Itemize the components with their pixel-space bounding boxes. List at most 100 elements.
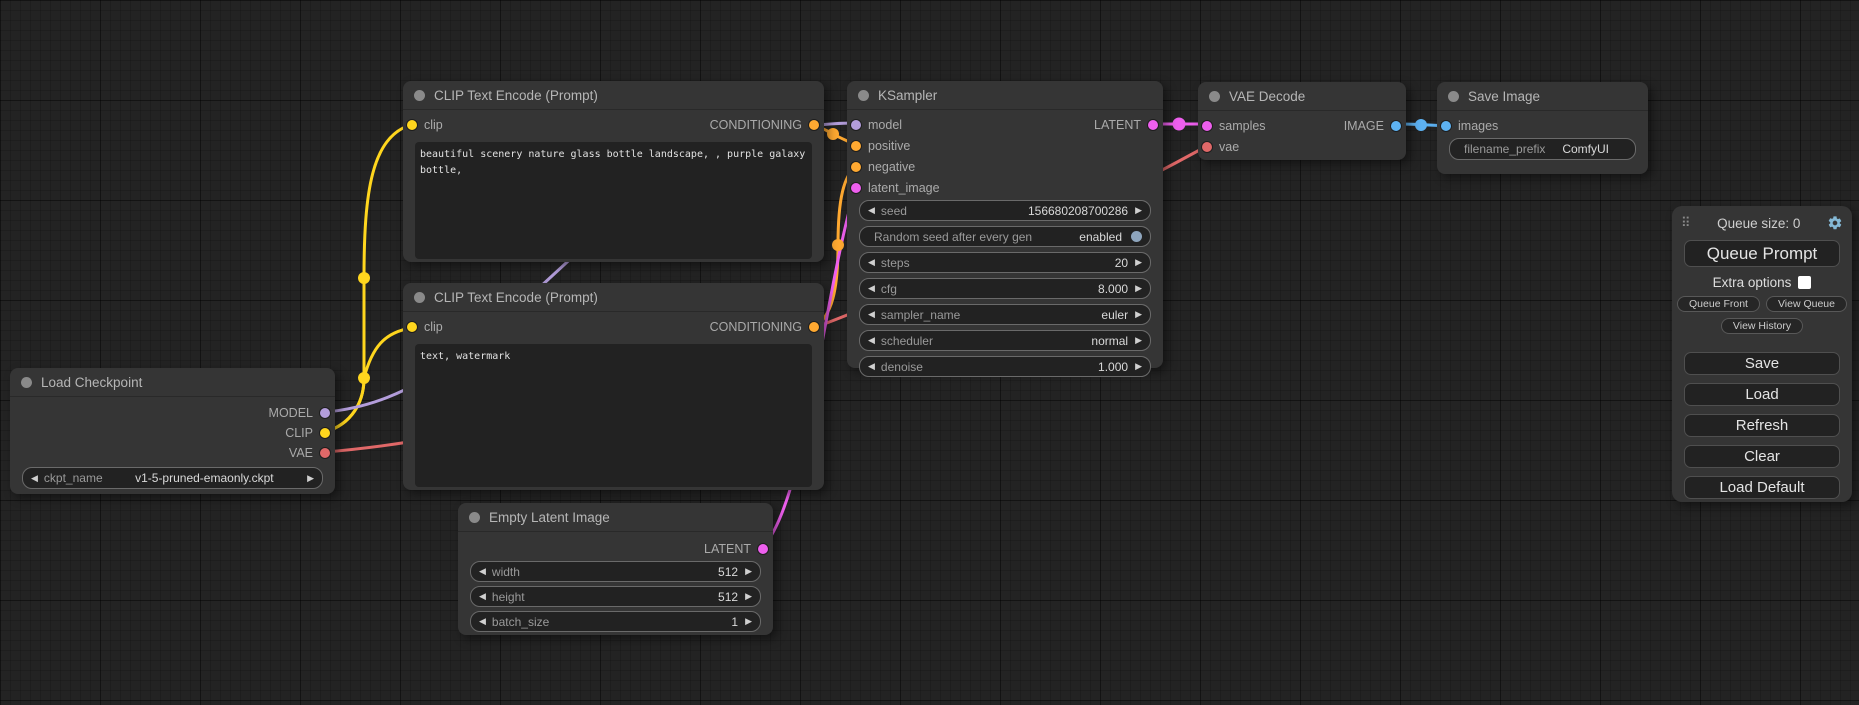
clip-port-dot[interactable] bbox=[407, 120, 417, 130]
reroute-dot-conditioning-negative[interactable] bbox=[832, 239, 844, 251]
input-slot-negative[interactable]: negative bbox=[851, 160, 915, 174]
scheduler-widget[interactable]: ◀ scheduler normal ▶ bbox=[859, 330, 1151, 351]
vae-port-dot[interactable] bbox=[320, 448, 330, 458]
refresh-button[interactable]: Refresh bbox=[1684, 414, 1840, 437]
input-slot-latent-image[interactable]: latent_image bbox=[851, 181, 940, 195]
decrement-arrow-icon[interactable]: ◀ bbox=[868, 257, 875, 268]
output-slot-conditioning[interactable]: CONDITIONING bbox=[710, 320, 819, 334]
output-slot-clip[interactable]: CLIP bbox=[285, 426, 330, 440]
image-port-dot[interactable] bbox=[1441, 121, 1451, 131]
load-button[interactable]: Load bbox=[1684, 383, 1840, 406]
steps-widget[interactable]: ◀ steps 20 ▶ bbox=[859, 252, 1151, 273]
extra-options-checkbox[interactable] bbox=[1798, 276, 1811, 289]
decrement-arrow-icon[interactable]: ◀ bbox=[868, 309, 875, 320]
decrement-arrow-icon[interactable]: ◀ bbox=[868, 361, 875, 372]
node-empty-latent-titlebar[interactable]: Empty Latent Image bbox=[458, 503, 773, 532]
output-slot-vae[interactable]: VAE bbox=[289, 446, 330, 460]
output-slot-latent[interactable]: LATENT bbox=[1094, 118, 1158, 132]
toggle-indicator[interactable] bbox=[1131, 231, 1142, 242]
input-slot-positive[interactable]: positive bbox=[851, 139, 910, 153]
increment-arrow-icon[interactable]: ▶ bbox=[745, 591, 752, 602]
output-slot-model[interactable]: MODEL bbox=[269, 406, 330, 420]
latent-port-dot[interactable] bbox=[851, 183, 861, 193]
conditioning-port-dot[interactable] bbox=[851, 141, 861, 151]
decrement-arrow-icon[interactable]: ◀ bbox=[868, 205, 875, 216]
positive-prompt-textarea[interactable]: beautiful scenery nature glass bottle la… bbox=[415, 142, 812, 259]
decrement-arrow-icon[interactable]: ◀ bbox=[479, 566, 486, 577]
increment-arrow-icon[interactable]: ▶ bbox=[745, 566, 752, 577]
filename-prefix-widget[interactable]: filename_prefix ComfyUI bbox=[1449, 138, 1636, 160]
queue-front-button[interactable]: Queue Front bbox=[1677, 296, 1760, 312]
latent-port-dot[interactable] bbox=[1202, 121, 1212, 131]
decrement-arrow-icon[interactable]: ◀ bbox=[31, 473, 38, 484]
node-clip-text-encode-positive[interactable]: CLIP Text Encode (Prompt) clip CONDITION… bbox=[403, 81, 824, 262]
input-slot-images[interactable]: images bbox=[1441, 119, 1498, 133]
reroute-dot-image[interactable] bbox=[1415, 119, 1427, 131]
node-empty-latent-image[interactable]: Empty Latent Image LATENT ◀ width 512 ▶ … bbox=[458, 503, 773, 635]
node-save-image[interactable]: Save Image images filename_prefix ComfyU… bbox=[1437, 82, 1648, 174]
node-load-checkpoint[interactable]: Load Checkpoint MODEL CLIP VAE ◀ ckpt_na… bbox=[10, 368, 335, 494]
reroute-dot-clip-lower[interactable] bbox=[358, 372, 370, 384]
reroute-dot-conditioning-positive[interactable] bbox=[827, 128, 839, 140]
image-port-dot[interactable] bbox=[1391, 121, 1401, 131]
ckpt-name-widget[interactable]: ◀ ckpt_name v1-5-pruned-emaonly.ckpt ▶ bbox=[22, 467, 323, 489]
decrement-arrow-icon[interactable]: ◀ bbox=[479, 616, 486, 627]
increment-arrow-icon[interactable]: ▶ bbox=[745, 616, 752, 627]
conditioning-port-dot[interactable] bbox=[809, 120, 819, 130]
drag-handle-icon[interactable]: ⠿ bbox=[1681, 215, 1691, 231]
view-history-button[interactable]: View History bbox=[1721, 318, 1803, 334]
increment-arrow-icon[interactable]: ▶ bbox=[1135, 257, 1142, 268]
latent-port-dot[interactable] bbox=[758, 544, 768, 554]
node-save-titlebar[interactable]: Save Image bbox=[1437, 82, 1648, 111]
node-vae-decode[interactable]: VAE Decode samples IMAGE vae bbox=[1198, 82, 1406, 160]
negative-prompt-textarea[interactable]: text, watermark bbox=[415, 344, 812, 487]
width-widget[interactable]: ◀ width 512 ▶ bbox=[470, 561, 761, 582]
reroute-dot-clip-upper[interactable] bbox=[358, 272, 370, 284]
decrement-arrow-icon[interactable]: ◀ bbox=[868, 335, 875, 346]
model-port-dot[interactable] bbox=[851, 120, 861, 130]
vae-port-dot[interactable] bbox=[1202, 142, 1212, 152]
denoise-widget[interactable]: ◀ denoise 1.000 ▶ bbox=[859, 356, 1151, 377]
increment-arrow-icon[interactable]: ▶ bbox=[1135, 205, 1142, 216]
input-slot-clip[interactable]: clip bbox=[407, 320, 443, 334]
height-widget[interactable]: ◀ height 512 ▶ bbox=[470, 586, 761, 607]
output-slot-image[interactable]: IMAGE bbox=[1344, 119, 1401, 133]
conditioning-port-dot[interactable] bbox=[809, 322, 819, 332]
latent-port-dot[interactable] bbox=[1148, 120, 1158, 130]
increment-arrow-icon[interactable]: ▶ bbox=[307, 473, 314, 484]
decrement-arrow-icon[interactable]: ◀ bbox=[868, 283, 875, 294]
input-slot-samples[interactable]: samples bbox=[1202, 119, 1266, 133]
node-ksampler-titlebar[interactable]: KSampler bbox=[847, 81, 1163, 110]
increment-arrow-icon[interactable]: ▶ bbox=[1135, 361, 1142, 372]
node-load-checkpoint-titlebar[interactable]: Load Checkpoint bbox=[10, 368, 335, 397]
increment-arrow-icon[interactable]: ▶ bbox=[1135, 335, 1142, 346]
seed-widget[interactable]: ◀ seed 156680208700286 ▶ bbox=[859, 200, 1151, 221]
load-default-button[interactable]: Load Default bbox=[1684, 476, 1840, 499]
save-button[interactable]: Save bbox=[1684, 352, 1840, 375]
comfyui-canvas[interactable]: { "colors": { "model": "#B39DDB", "clip"… bbox=[0, 0, 1859, 705]
random-seed-toggle-widget[interactable]: Random seed after every gen enabled bbox=[859, 226, 1151, 247]
node-ksampler[interactable]: KSampler model LATENT positive negative bbox=[847, 81, 1163, 368]
increment-arrow-icon[interactable]: ▶ bbox=[1135, 283, 1142, 294]
increment-arrow-icon[interactable]: ▶ bbox=[1135, 309, 1142, 320]
clip-port-dot[interactable] bbox=[407, 322, 417, 332]
batch-size-widget[interactable]: ◀ batch_size 1 ▶ bbox=[470, 611, 761, 632]
sampler-name-widget[interactable]: ◀ sampler_name euler ▶ bbox=[859, 304, 1151, 325]
output-slot-latent[interactable]: LATENT bbox=[704, 542, 768, 556]
node-vae-titlebar[interactable]: VAE Decode bbox=[1198, 82, 1406, 111]
clip-port-dot[interactable] bbox=[320, 428, 330, 438]
input-slot-clip[interactable]: clip bbox=[407, 118, 443, 132]
view-queue-button[interactable]: View Queue bbox=[1766, 296, 1847, 312]
queue-prompt-button[interactable]: Queue Prompt bbox=[1684, 240, 1840, 267]
reroute-dot-latent[interactable] bbox=[1173, 118, 1186, 131]
node-clip-text-encode-negative[interactable]: CLIP Text Encode (Prompt) clip CONDITION… bbox=[403, 283, 824, 490]
model-port-dot[interactable] bbox=[320, 408, 330, 418]
input-slot-vae[interactable]: vae bbox=[1202, 140, 1239, 154]
conditioning-port-dot[interactable] bbox=[851, 162, 861, 172]
input-slot-model[interactable]: model bbox=[851, 118, 902, 132]
node-clip1-titlebar[interactable]: CLIP Text Encode (Prompt) bbox=[403, 81, 824, 110]
output-slot-conditioning[interactable]: CONDITIONING bbox=[710, 118, 819, 132]
decrement-arrow-icon[interactable]: ◀ bbox=[479, 591, 486, 602]
settings-gear-icon[interactable] bbox=[1827, 215, 1843, 231]
node-clip2-titlebar[interactable]: CLIP Text Encode (Prompt) bbox=[403, 283, 824, 312]
